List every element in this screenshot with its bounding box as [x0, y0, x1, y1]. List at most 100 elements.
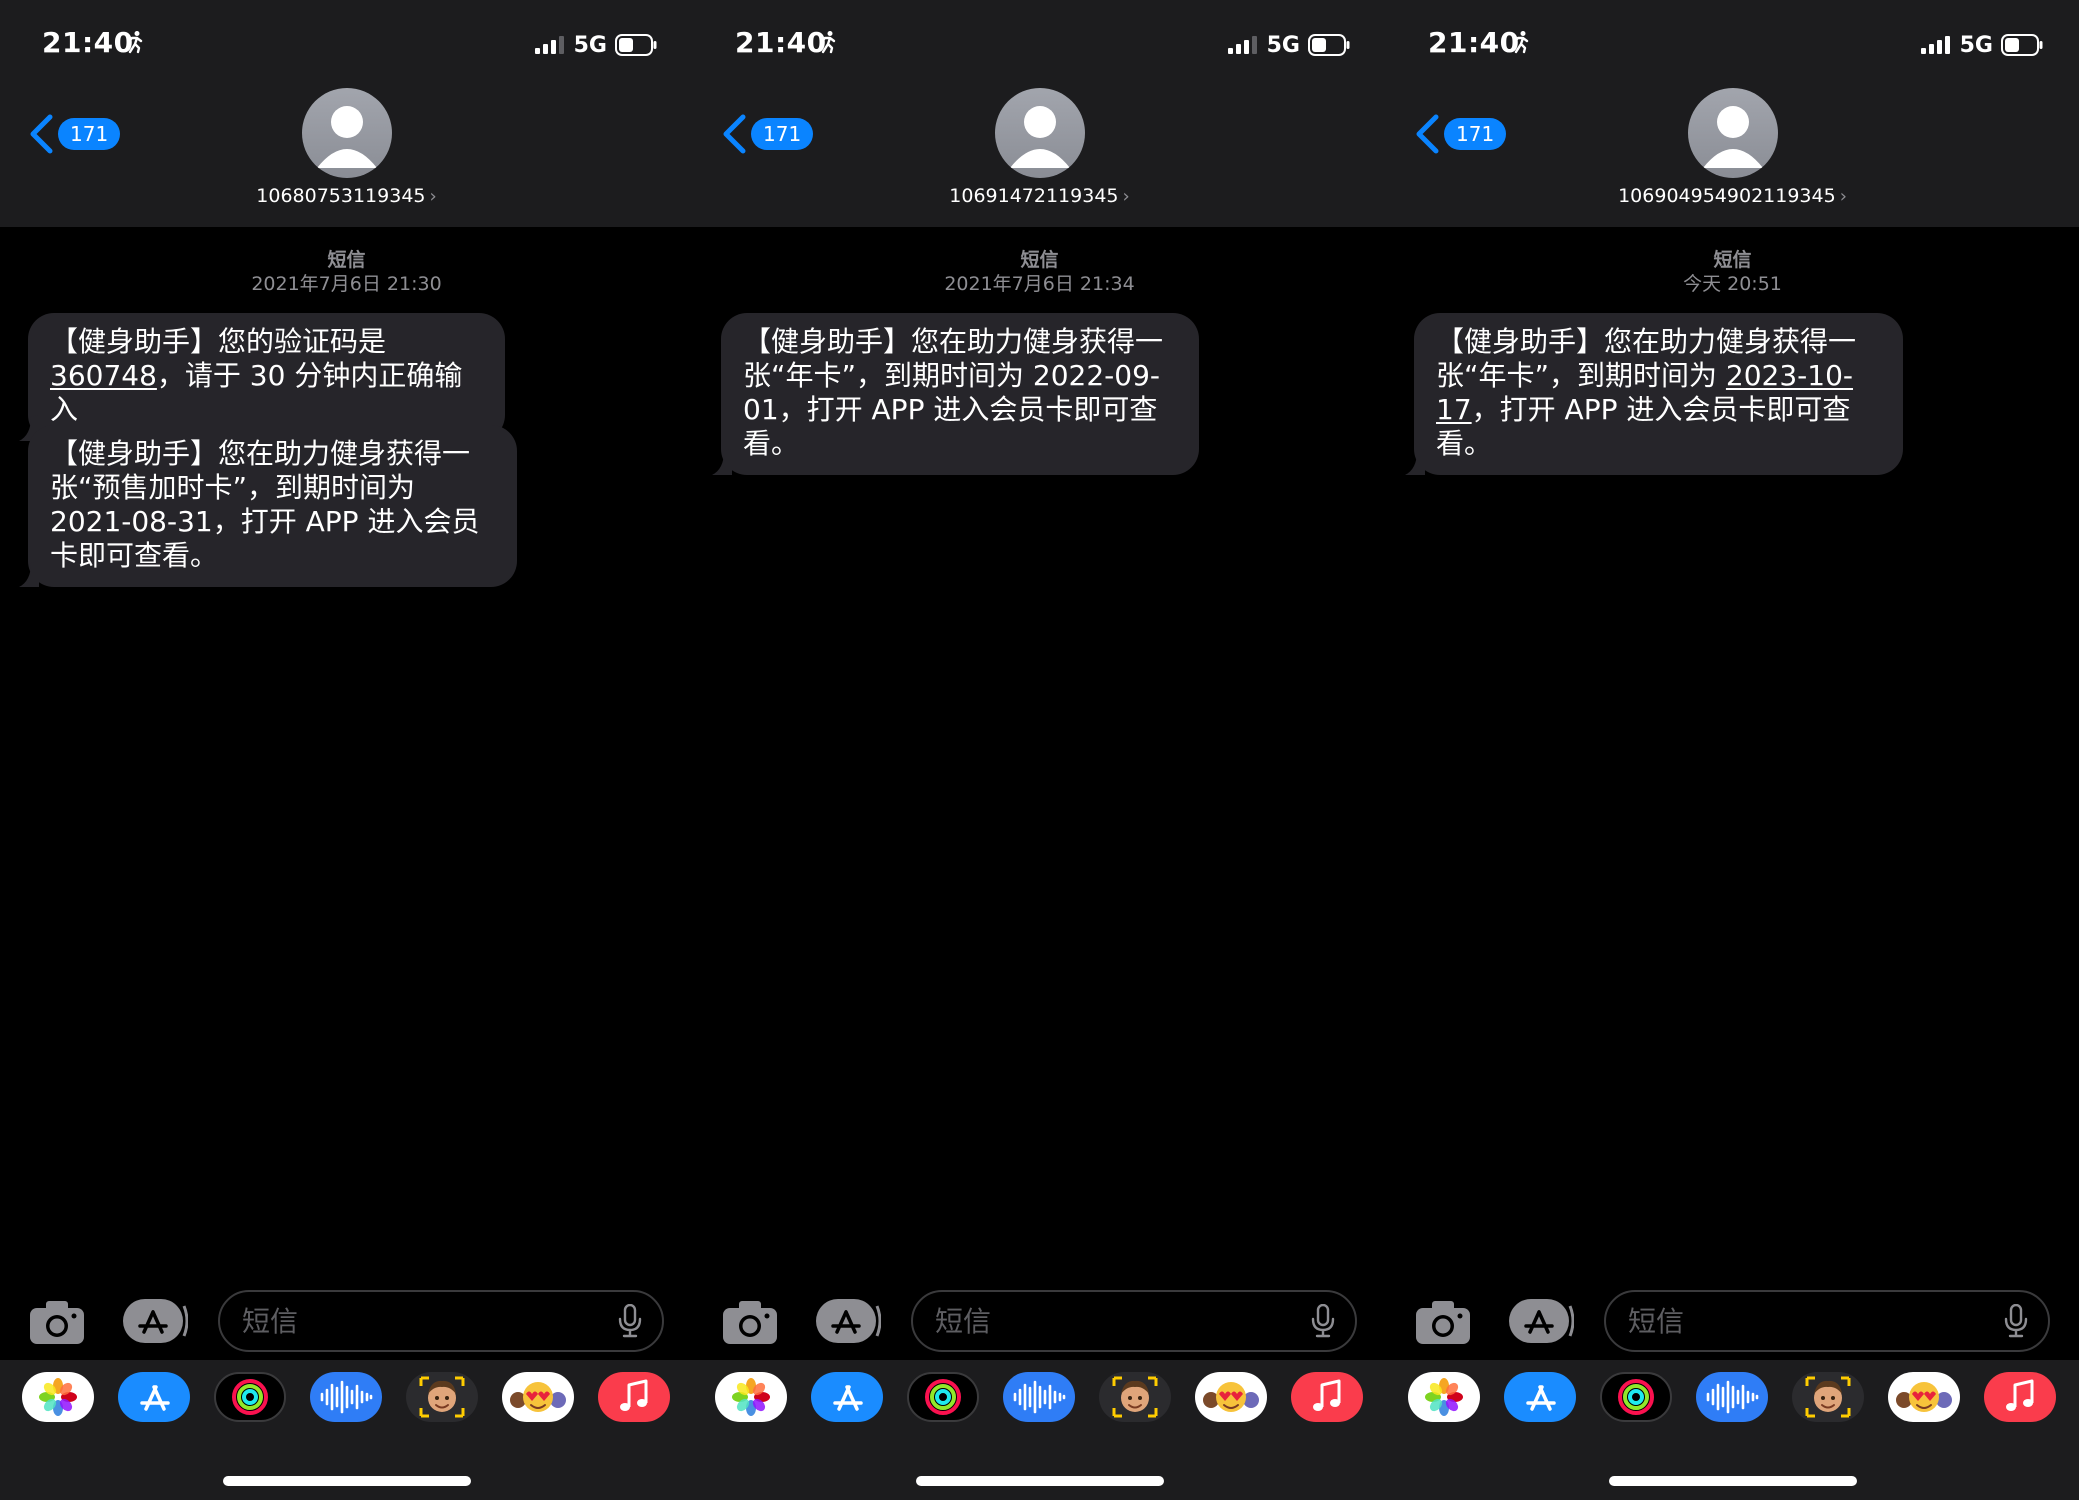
microphone-icon[interactable] — [618, 1304, 642, 1338]
bubble-tail — [19, 561, 39, 587]
home-indicator[interactable] — [1608, 1476, 1857, 1486]
microphone-icon[interactable] — [1311, 1304, 1335, 1338]
navigation-header: 21:40 5G — [693, 0, 1386, 227]
signal-icon — [1227, 36, 1257, 54]
back-button[interactable]: 171 — [1414, 112, 1507, 156]
camera-icon[interactable] — [1414, 1298, 1472, 1346]
app-store-icon[interactable] — [811, 1372, 883, 1422]
compose-bar — [0, 1288, 693, 1354]
activity-icon — [1512, 31, 1529, 54]
app-store-icon[interactable] — [118, 1372, 190, 1422]
photos-icon[interactable] — [22, 1372, 94, 1422]
memoji-icon[interactable] — [406, 1372, 478, 1422]
conversation-meta: 短信 2021年7月6日 21:30 — [0, 248, 693, 296]
navigation-header: 21:40 5G — [0, 0, 693, 227]
contact-details-link[interactable]: 10680753119345 › — [0, 185, 693, 207]
message-text: 【健身助手】您在助力健身获得一张“年卡”，到期时间为 2022-09-01，打开… — [743, 325, 1164, 460]
back-chevron-icon — [1416, 114, 1439, 154]
contact-details-link[interactable]: 106904954902119345 › — [1386, 185, 2079, 207]
signal-icon — [1920, 36, 1950, 54]
network-type: 5G — [573, 32, 607, 58]
unread-count-badge: 171 — [1444, 118, 1507, 150]
service-label: 短信 — [1713, 249, 1752, 271]
conversation-meta: 短信 2021年7月6日 21:34 — [693, 248, 1386, 296]
music-icon[interactable] — [1984, 1372, 2056, 1422]
conversation-meta: 短信 今天 20:51 — [1386, 248, 2079, 296]
message-input[interactable] — [911, 1290, 1357, 1352]
animoji-icon[interactable] — [502, 1372, 574, 1422]
contact-details-link[interactable]: 10691472119345 › — [693, 185, 1386, 207]
activity-rings-icon[interactable] — [1600, 1372, 1672, 1422]
battery-icon — [2001, 34, 2043, 56]
avatar-icon — [316, 106, 377, 168]
service-label: 短信 — [327, 249, 366, 271]
contact-avatar[interactable] — [1687, 88, 1778, 178]
activity-icon — [126, 31, 143, 54]
home-indicator[interactable] — [222, 1476, 471, 1486]
screenshot-triptych: 21:40 5G 171 10680753119345 › 短信 2021年7月… — [0, 0, 2079, 1500]
message-timestamp: 2021年7月6日 21:34 — [944, 273, 1135, 295]
message-bubble[interactable]: 【健身助手】您在助力健身获得一张“年卡”，到期时间为 2023-10-17，打开… — [1405, 313, 1903, 475]
audio-message-icon[interactable] — [1003, 1372, 1075, 1422]
activity-icon — [819, 31, 836, 54]
music-icon[interactable] — [598, 1372, 670, 1422]
signal-icon — [534, 36, 564, 54]
microphone-icon[interactable] — [2004, 1304, 2028, 1338]
battery-icon — [1308, 34, 1350, 56]
app-store-icon[interactable] — [815, 1298, 881, 1344]
animoji-icon[interactable] — [1888, 1372, 1960, 1422]
message-input[interactable] — [218, 1290, 664, 1352]
app-store-icon[interactable] — [122, 1298, 188, 1344]
compose-bar — [1386, 1288, 2079, 1354]
memoji-icon[interactable] — [1792, 1372, 1864, 1422]
message-text: ，打开 APP 进入会员卡即可查看。 — [1436, 393, 1851, 460]
verification-code-link[interactable]: 360748 — [50, 359, 157, 392]
contact-number: 10691472119345 — [949, 185, 1119, 207]
contact-avatar[interactable] — [301, 88, 392, 178]
battery-icon — [615, 34, 657, 56]
status-time: 21:40 — [42, 26, 134, 59]
message-bubble[interactable]: 【健身助手】您的验证码是360748，请于 30 分钟内正确输入 — [19, 313, 505, 441]
audio-message-icon[interactable] — [310, 1372, 382, 1422]
contact-number: 106904954902119345 — [1618, 185, 1836, 207]
status-indicators: 5G — [1227, 32, 1350, 58]
phone-screen-1: 21:40 5G 171 10680753119345 › 短信 2021年7月… — [0, 0, 693, 1500]
contact-number: 10680753119345 — [256, 185, 426, 207]
app-store-icon[interactable] — [1504, 1372, 1576, 1422]
message-timestamp: 2021年7月6日 21:30 — [251, 273, 442, 295]
audio-message-icon[interactable] — [1696, 1372, 1768, 1422]
avatar-icon — [1702, 106, 1763, 168]
contact-avatar[interactable] — [994, 88, 1085, 178]
music-icon[interactable] — [1291, 1372, 1363, 1422]
status-time: 21:40 — [735, 26, 827, 59]
network-type: 5G — [1266, 32, 1300, 58]
bubble-tail — [1405, 449, 1425, 475]
status-indicators: 5G — [1920, 32, 2043, 58]
status-time: 21:40 — [1428, 26, 1520, 59]
unread-count-badge: 171 — [58, 118, 121, 150]
animoji-icon[interactable] — [1195, 1372, 1267, 1422]
app-drawer — [0, 1360, 693, 1500]
phone-screen-2: 21:40 5G 171 10691472119345 › 短信 2021年7月… — [693, 0, 1386, 1500]
memoji-icon[interactable] — [1099, 1372, 1171, 1422]
photos-icon[interactable] — [1408, 1372, 1480, 1422]
back-chevron-icon — [30, 114, 53, 154]
camera-icon[interactable] — [721, 1298, 779, 1346]
network-type: 5G — [1959, 32, 1993, 58]
app-store-icon[interactable] — [1508, 1298, 1574, 1344]
avatar-icon — [1009, 106, 1070, 168]
activity-rings-icon[interactable] — [907, 1372, 979, 1422]
message-input[interactable] — [1604, 1290, 2050, 1352]
message-bubble[interactable]: 【健身助手】您在助力健身获得一张“预售加时卡”，到期时间为 2021-08-31… — [19, 425, 517, 587]
message-bubble[interactable]: 【健身助手】您在助力健身获得一张“年卡”，到期时间为 2022-09-01，打开… — [712, 313, 1199, 475]
back-button[interactable]: 171 — [721, 112, 814, 156]
activity-rings-icon[interactable] — [214, 1372, 286, 1422]
back-chevron-icon — [723, 114, 746, 154]
photos-icon[interactable] — [715, 1372, 787, 1422]
home-indicator[interactable] — [915, 1476, 1164, 1486]
unread-count-badge: 171 — [751, 118, 814, 150]
camera-icon[interactable] — [28, 1298, 86, 1346]
back-button[interactable]: 171 — [28, 112, 121, 156]
chevron-right-icon: › — [1122, 186, 1130, 207]
message-text: 【健身助手】您在助力健身获得一张“预售加时卡”，到期时间为 2021-08-31… — [50, 437, 480, 572]
